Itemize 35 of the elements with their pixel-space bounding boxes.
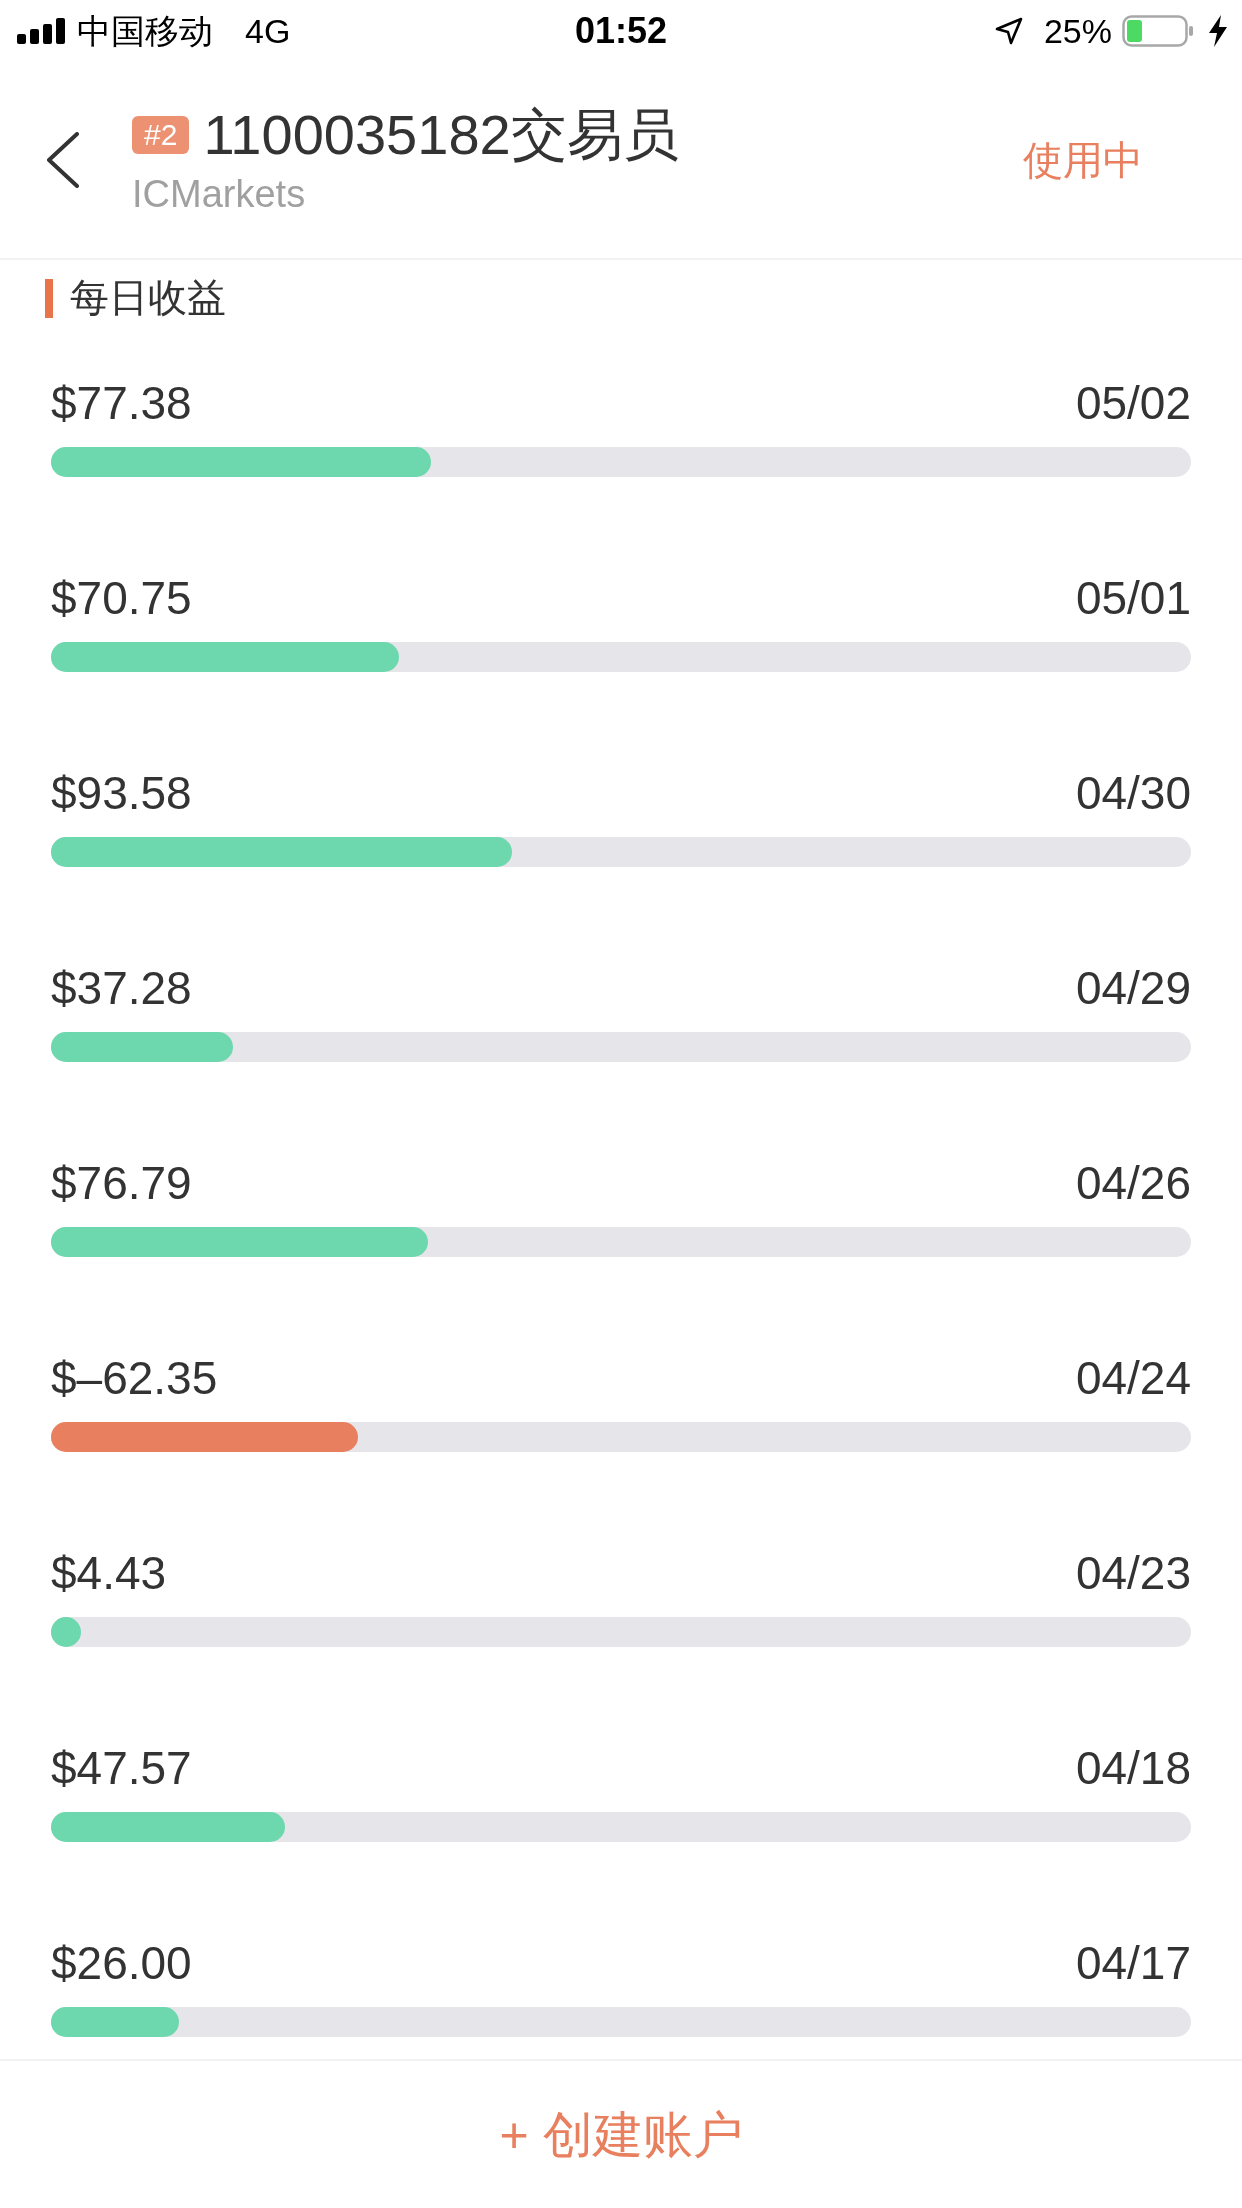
earning-amount: $26.00	[51, 1936, 192, 1991]
earning-amount: $76.79	[51, 1156, 192, 1211]
network-type: 4G	[245, 11, 291, 51]
carrier-name: 中国移动	[77, 11, 213, 51]
earning-date: 04/30	[1075, 766, 1191, 821]
battery-icon	[1122, 15, 1194, 47]
signal-icon	[17, 18, 66, 44]
earning-amount: $47.57	[51, 1741, 192, 1796]
account-number-badge: #2	[132, 116, 190, 154]
create-account-button[interactable]: + 创建账户	[499, 2104, 743, 2165]
chevron-left-icon	[46, 132, 80, 188]
earning-amount: $37.28	[51, 961, 192, 1016]
earning-date: 04/17	[1075, 1936, 1191, 1991]
earning-amount: $77.38	[51, 376, 192, 431]
status-label: 使用中	[1023, 137, 1143, 184]
back-button[interactable]	[46, 132, 80, 188]
earning-date: 04/23	[1075, 1546, 1191, 1601]
broker-name: ICMarkets	[132, 172, 307, 217]
account-title: 1100035182交易员	[203, 102, 679, 168]
earning-amount: $4.43	[51, 1546, 167, 1601]
charging-bolt-icon	[1208, 15, 1228, 47]
earning-date: 04/24	[1075, 1351, 1191, 1406]
earning-amount: $–62.35	[51, 1351, 218, 1406]
earning-date: 04/26	[1075, 1156, 1191, 1211]
earning-amount: $93.58	[51, 766, 192, 821]
location-arrow-icon	[994, 17, 1023, 45]
earning-date: 05/02	[1075, 376, 1191, 431]
battery-percentage: 25%	[1043, 11, 1112, 51]
clock-time: 01:52	[574, 10, 668, 52]
section-title: 每日收益	[70, 275, 226, 321]
earning-date: 04/29	[1075, 961, 1191, 1016]
section-marker	[45, 278, 53, 318]
earning-date: 04/18	[1075, 1741, 1191, 1796]
earning-date: 05/01	[1075, 571, 1191, 626]
earning-amount: $70.75	[51, 571, 192, 626]
